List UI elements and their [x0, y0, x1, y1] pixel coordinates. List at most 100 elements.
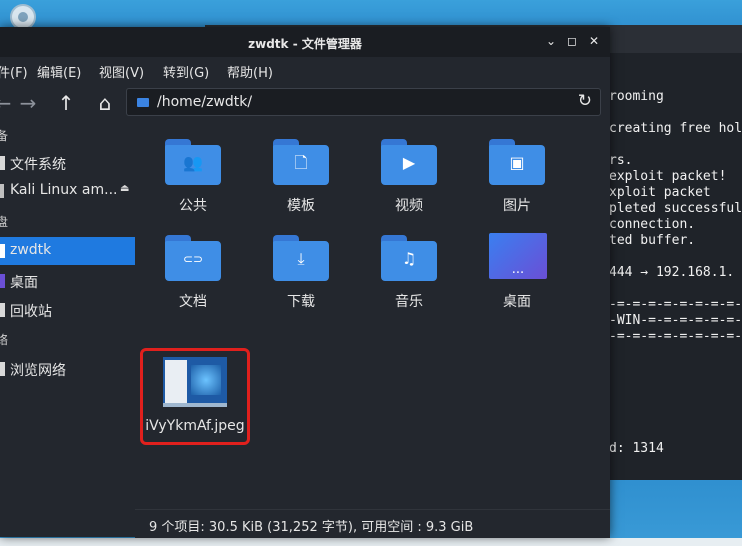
terminal-line: -=-=-=-=-=-=-=-=-	[609, 329, 742, 344]
network-icon	[0, 362, 5, 376]
sidebar-item-label: Kali Linux am...	[10, 182, 118, 198]
sidebar-item-desktop[interactable]: 桌面	[0, 267, 135, 295]
folder-icon	[137, 98, 149, 107]
file-label: 模板	[287, 198, 315, 214]
home-folder-icon	[0, 244, 5, 258]
file-grid: 👥 公共 🗋 模板 ▶ 视频 ▣ 图片 ⊂⊃ 文档 ⤓ 下载 ♫ 音乐 ...	[135, 123, 610, 509]
desktop-folder-icon	[0, 274, 5, 288]
menu-help[interactable]: 帮助(H)	[227, 62, 273, 81]
file-label: 文档	[179, 294, 207, 310]
file-label: 公共	[179, 198, 207, 214]
menu-go[interactable]: 转到(G)	[163, 62, 209, 81]
folder-icon: ▶	[381, 139, 437, 185]
sidebar-item-home[interactable]: zwdtk	[0, 237, 135, 265]
folder-icon: 🗋	[273, 139, 329, 185]
file-image-selected[interactable]: iVyYkmAf.jpeg	[140, 348, 250, 445]
eject-icon[interactable]: ⏏	[120, 183, 129, 194]
terminal-line: exploit packet!	[609, 169, 727, 184]
terminal-line: creating free hol	[609, 121, 742, 136]
folder-desktop[interactable]: ... 桌面	[467, 227, 567, 319]
path-text[interactable]: /home/zwdtk/	[157, 94, 252, 110]
menu-bar: 件(F) 编辑(E) 视图(V) 转到(G) 帮助(H)	[0, 57, 610, 83]
window-titlebar[interactable]: zwdtk - 文件管理器 ⌄ ◻ ✕	[0, 27, 610, 57]
home-button[interactable]: ⌂	[92, 91, 118, 115]
terminal-line: -=-=-=-=-=-=-=-=-	[609, 297, 742, 312]
status-text: 9 个项目: 30.5 KiB (31,252 字节), 可用空间 : 9.3 …	[149, 520, 474, 535]
terminal-line: -WIN-=-=-=-=-=-=-	[609, 313, 742, 328]
folder-downloads[interactable]: ⤓ 下载	[251, 227, 351, 319]
desktop-icon: ...	[489, 233, 547, 279]
folder-videos[interactable]: ▶ 视频	[359, 131, 459, 223]
download-icon: ⤓	[297, 249, 305, 268]
terminal-line: rs.	[609, 153, 633, 168]
sidebar-item-filesystem[interactable]: 文件系统	[0, 149, 135, 177]
sidebar-item-network[interactable]: 浏览网络	[0, 355, 135, 383]
file-label: 音乐	[395, 294, 423, 310]
sidebar-item-kali-volume[interactable]: Kali Linux am... ⏏	[0, 177, 135, 205]
link-icon: ⊂⊃	[182, 252, 204, 266]
terminal-line: xploit packet	[609, 185, 711, 200]
menu-view[interactable]: 视图(V)	[99, 62, 144, 81]
file-label: 图片	[503, 198, 531, 214]
file-label: 视频	[395, 198, 423, 214]
terminal-line: d: 1314	[609, 441, 664, 456]
file-label: 桌面	[503, 294, 531, 310]
folder-public[interactable]: 👥 公共	[143, 131, 243, 223]
taskbar-strip	[0, 538, 742, 546]
image-icon: ▣	[509, 153, 525, 172]
path-bar[interactable]: /home/zwdtk/ ↻	[126, 88, 601, 116]
folder-icon: ⤓	[273, 235, 329, 281]
reload-icon[interactable]: ↻	[578, 91, 592, 111]
terminal-line: rooming	[609, 89, 664, 104]
sidebar-item-trash[interactable]: 回收站	[0, 296, 135, 324]
sidebar-item-label: 桌面	[10, 275, 38, 291]
music-icon: ♫	[401, 249, 417, 268]
sidebar-item-label: 文件系统	[10, 157, 66, 173]
template-icon: 🗋	[294, 153, 308, 172]
close-button[interactable]: ✕	[586, 33, 602, 49]
folder-documents[interactable]: ⊂⊃ 文档	[143, 227, 243, 319]
folder-music[interactable]: ♫ 音乐	[359, 227, 459, 319]
users-icon: 👥	[183, 153, 203, 172]
file-manager-window: zwdtk - 文件管理器 ⌄ ◻ ✕ 件(F) 编辑(E) 视图(V) 转到(…	[0, 27, 610, 538]
folder-templates[interactable]: 🗋 模板	[251, 131, 351, 223]
folder-icon: ▣	[489, 139, 545, 185]
folder-icon: 👥	[165, 139, 221, 185]
window-title: zwdtk - 文件管理器	[248, 37, 362, 51]
toolbar: ← → ↑ ⌂ /home/zwdtk/ ↻	[0, 83, 610, 123]
trash-icon	[0, 303, 5, 317]
menu-edit[interactable]: 编辑(E)	[37, 62, 81, 81]
disk-icon	[0, 184, 4, 198]
sidebar-header-places: 盘	[0, 215, 9, 229]
forward-button[interactable]: →	[15, 91, 41, 115]
folder-icon: ⊂⊃	[165, 235, 221, 281]
sidebar-item-label: 回收站	[10, 304, 52, 320]
folder-icon: ♫	[381, 235, 437, 281]
sidebar-header-devices: 备	[0, 129, 9, 143]
folder-pictures[interactable]: ▣ 图片	[467, 131, 567, 223]
sidebar-item-label: 浏览网络	[10, 363, 66, 379]
terminal-line: pleted successful	[609, 201, 742, 216]
sidebar: 备 文件系统 Kali Linux am... ⏏ 盘 zwdtk 桌面 回收站…	[0, 123, 135, 537]
file-label: iVyYkmAf.jpeg	[145, 418, 245, 434]
sidebar-item-label: zwdtk	[10, 242, 52, 258]
menu-file[interactable]: 件(F)	[0, 62, 28, 81]
back-button[interactable]: ←	[0, 91, 16, 115]
sidebar-header-network: 络	[0, 333, 9, 347]
maximize-button[interactable]: ◻	[564, 33, 580, 49]
terminal-output: rooming creating free hol rs. exploit pac…	[609, 89, 742, 457]
status-bar: 9 个项目: 30.5 KiB (31,252 字节), 可用空间 : 9.3 …	[135, 509, 610, 538]
minimize-button[interactable]: ⌄	[543, 33, 559, 49]
image-thumbnail	[163, 357, 227, 407]
up-button[interactable]: ↑	[53, 91, 79, 115]
drive-icon	[0, 156, 5, 170]
